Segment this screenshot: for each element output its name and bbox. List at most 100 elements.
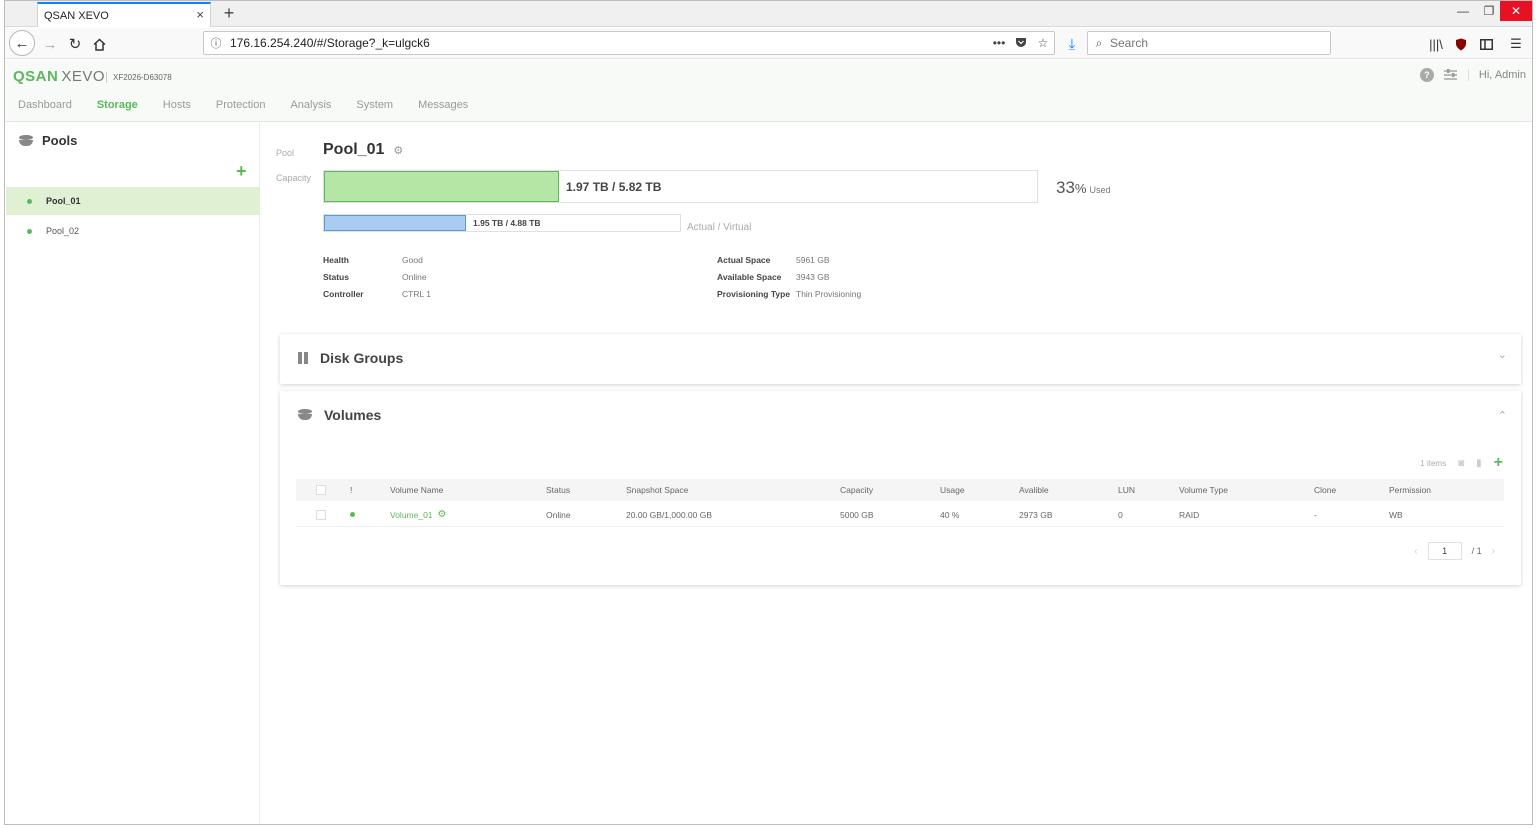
volumes-header[interactable]: Volumes (298, 407, 381, 423)
volume-gear-icon[interactable]: ⚙ (438, 509, 447, 520)
sidebar-item-pool-02[interactable]: Pool_02 (6, 217, 260, 245)
disk-groups-panel[interactable]: Disk Groups ⌄ (280, 334, 1521, 384)
col-snapshot-space[interactable]: Snapshot Space (626, 479, 688, 501)
volumes-title: Volumes (324, 407, 382, 423)
new-tab-button[interactable]: + (219, 3, 239, 24)
disk-groups-header[interactable]: Disk Groups (298, 350, 403, 366)
chevron-up-icon[interactable]: ⌃ (1498, 409, 1507, 422)
library-icon: |||\ (1429, 36, 1443, 52)
actual-text: 1.95 TB / 4.88 TB (473, 218, 541, 228)
sidebar-item-label: Pool_02 (46, 226, 80, 236)
add-pool-button[interactable]: + (236, 161, 247, 182)
col-alert[interactable]: ! (350, 479, 352, 501)
col-usage[interactable]: Usage (940, 479, 965, 501)
search-bar[interactable]: ⌕ (1087, 31, 1331, 55)
capacity-bar-fill (324, 171, 559, 202)
col-clone[interactable]: Clone (1314, 479, 1336, 501)
sidebar-toggle-button[interactable] (1475, 33, 1497, 55)
row-checkbox[interactable] (316, 503, 326, 526)
actual-virtual-label: Actual / Virtual (687, 222, 752, 233)
help-icon[interactable]: ? (1419, 68, 1434, 82)
info-icon[interactable]: ⓘ (204, 35, 228, 51)
logo-product: XEVO (61, 68, 106, 85)
pools-title: Pools (42, 133, 78, 148)
database-icon (19, 134, 33, 147)
forward-button[interactable]: → (38, 32, 62, 56)
col-volume-name[interactable]: Volume Name (390, 479, 443, 501)
user-greeting[interactable]: Hi, Admin (1479, 69, 1526, 81)
disk-group-icon (298, 352, 308, 364)
downloads-button[interactable]: ⤓ (1060, 32, 1084, 56)
ublock-button[interactable] (1450, 33, 1472, 55)
actual-bar: 1.95 TB / 4.88 TB (323, 214, 681, 232)
nav-system[interactable]: System (356, 99, 393, 111)
next-page-icon[interactable]: › (1492, 546, 1495, 557)
select-all-checkbox[interactable] (316, 479, 326, 501)
table-row[interactable]: Volume_01 ⚙ Online 20.00 GB/1,000.00 GB … (296, 503, 1504, 527)
nav-analysis[interactable]: Analysis (290, 99, 331, 111)
pocket-icon[interactable] (1010, 36, 1032, 51)
back-button[interactable]: ← (9, 30, 35, 56)
col-status[interactable]: Status (546, 479, 570, 501)
notification-icon[interactable] (1444, 68, 1458, 82)
col-permission[interactable]: Permission (1389, 479, 1431, 501)
nav-storage[interactable]: Storage (97, 99, 138, 111)
col-capacity[interactable]: Capacity (840, 479, 873, 501)
address-bar[interactable]: ⓘ 176.16.254.240/#/Storage?_k=ulgck6 •••… (203, 31, 1055, 55)
browser-tab[interactable]: QSAN XEVO × (37, 2, 211, 27)
home-icon (92, 37, 106, 51)
chevron-down-icon[interactable]: ⌄ (1498, 348, 1507, 361)
pagination: ‹ / 1 › (1414, 542, 1495, 560)
sidebar-item-pool-01[interactable]: Pool_01 (6, 187, 260, 215)
minimize-button[interactable]: — (1450, 1, 1476, 21)
url-text[interactable]: 176.16.254.240/#/Storage?_k=ulgck6 (228, 36, 988, 50)
detail-value: 5961 GB (796, 255, 830, 265)
logo-brand: QSAN (13, 68, 59, 85)
row-lun: 0 (1118, 509, 1123, 520)
logo[interactable]: QSAN XEVO (13, 68, 105, 85)
nav-hosts[interactable]: Hosts (163, 99, 191, 111)
nav-messages[interactable]: Messages (418, 99, 468, 111)
hamburger-icon: ☰ (1510, 36, 1522, 51)
capacity-label: Capacity (276, 173, 312, 183)
bookmark-star-icon[interactable]: ☆ (1032, 36, 1054, 50)
pools-header: Pools (19, 133, 77, 148)
volume-name-cell[interactable]: Volume_01 ⚙ (390, 503, 447, 526)
prev-page-icon[interactable]: ‹ (1414, 546, 1417, 557)
reload-button[interactable]: ↻ (63, 32, 87, 56)
detail-key: Status (323, 272, 349, 282)
page-actions-icon[interactable]: ••• (988, 36, 1010, 50)
pool-title: Pool_01 ⚙ (323, 141, 403, 159)
add-volume-button[interactable]: + (1494, 454, 1503, 472)
detail-value: Good (402, 255, 423, 265)
gear-icon[interactable]: ⚙ (393, 144, 403, 157)
maximize-button[interactable]: ❐ (1476, 1, 1502, 21)
capacity-bar: 1.97 TB / 5.82 TB (323, 170, 1038, 203)
detail-value: Thin Provisioning (796, 289, 862, 299)
page-number-input[interactable] (1427, 542, 1462, 560)
col-available[interactable]: Avalible (1019, 479, 1049, 501)
library-button[interactable]: |||\ (1425, 33, 1447, 55)
menu-button[interactable]: ☰ (1505, 33, 1527, 55)
nav-dashboard[interactable]: Dashboard (18, 99, 72, 111)
home-button[interactable] (87, 32, 111, 56)
tab-title: QSAN XEVO (44, 9, 109, 22)
search-input[interactable] (1110, 36, 1330, 50)
col-volume-type[interactable]: Volume Type (1179, 479, 1228, 501)
row-usage: 40 % (940, 509, 960, 520)
items-count: 1 items (1420, 458, 1447, 468)
detail-key: Available Space (717, 272, 782, 282)
volume-name-link[interactable]: Volume_01 (390, 510, 433, 520)
col-lun[interactable]: LUN (1118, 479, 1135, 501)
sidebar-icon (1479, 38, 1493, 50)
close-window-button[interactable]: ✕ (1500, 1, 1532, 21)
app-header: QSAN XEVO XF2026-D63078 ? Hi, Admin Dashb… (5, 60, 1532, 122)
used-percentage: 33% Used (1056, 178, 1111, 198)
snapshot-camera-icon[interactable]: ◙ (1458, 458, 1464, 469)
nav-protection[interactable]: Protection (216, 99, 266, 111)
row-snapshot-space: 20.00 GB/1,000.00 GB (626, 509, 713, 520)
delete-trash-icon[interactable]: ▮ (1476, 458, 1482, 469)
detail-key: Health (323, 255, 349, 265)
tab-close-icon[interactable]: × (196, 7, 204, 22)
pool-label: Pool (276, 148, 295, 158)
